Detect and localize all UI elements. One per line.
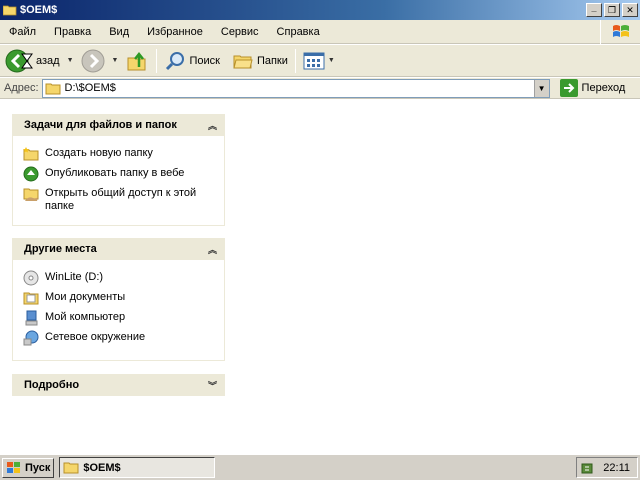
- other-places-group: Другие места ︽ WinLite (D:) Мои документ…: [12, 238, 225, 361]
- group-title: Задачи для файлов и папок: [24, 119, 177, 131]
- window-title: $OEM$: [20, 4, 58, 16]
- clock[interactable]: 22:11: [603, 462, 630, 474]
- views-dropdown-icon[interactable]: ▼: [328, 57, 335, 64]
- task-publish-web[interactable]: Опубликовать папку в вебе: [23, 166, 214, 182]
- menu-view[interactable]: Вид: [100, 20, 138, 44]
- task-label: Открыть общий доступ к этой папке: [45, 187, 197, 212]
- tray-network-icon[interactable]: [580, 461, 596, 476]
- system-tray: 22:11: [576, 457, 638, 478]
- folder-icon: [3, 5, 17, 15]
- folders-label: Папки: [256, 54, 288, 67]
- title-bar[interactable]: $OEM$ _ ❐ ✕: [0, 0, 640, 20]
- explorer-window: $OEM$ _ ❐ ✕ Файл Правка Вид Избранное Се…: [0, 0, 640, 454]
- close-button[interactable]: ✕: [622, 3, 638, 17]
- place-label: Мои документы: [45, 291, 126, 303]
- windows-logo-icon: [600, 20, 640, 44]
- hourglass-cursor-icon: [21, 53, 33, 68]
- go-arrow-icon: [559, 79, 578, 97]
- file-folder-tasks-group: Задачи для файлов и папок ︽ Создать нову…: [12, 114, 225, 226]
- address-value: D:\$OEM$: [64, 82, 116, 94]
- task-pane: Задачи для файлов и папок ︽ Создать нову…: [0, 100, 240, 454]
- search-button[interactable]: Поиск: [161, 47, 222, 75]
- menu-edit[interactable]: Правка: [45, 20, 100, 44]
- taskbar: Пуск $OEM$ 22:11: [0, 454, 640, 480]
- toolbar-separator: [156, 48, 158, 73]
- folder-icon: [45, 83, 61, 94]
- group-body: WinLite (D:) Мои документы Мой компьютер: [12, 260, 225, 361]
- taskbar-window-button[interactable]: $OEM$: [59, 457, 216, 478]
- collapse-chevron-icon[interactable]: ︽: [208, 243, 217, 256]
- go-label: Переход: [581, 82, 626, 94]
- new-folder-icon: [23, 147, 39, 161]
- minimize-button[interactable]: _: [586, 3, 602, 17]
- back-dropdown-icon[interactable]: ▼: [67, 57, 74, 64]
- back-label: азад: [36, 54, 60, 67]
- task-new-folder[interactable]: Создать новую папку: [23, 146, 214, 162]
- details-group: Подробно ︾: [12, 374, 225, 396]
- address-dropdown-icon[interactable]: ▼: [533, 79, 549, 97]
- menu-bar: Файл Правка Вид Избранное Сервис Справка: [0, 20, 640, 44]
- address-label: Адрес:: [4, 82, 39, 94]
- search-label: Поиск: [189, 54, 220, 67]
- address-bar: Адрес: D:\$OEM$ ▼ Переход: [0, 78, 640, 99]
- collapse-chevron-icon[interactable]: ︽: [208, 119, 217, 132]
- my-documents-icon: [23, 292, 39, 305]
- menu-tools[interactable]: Сервис: [212, 20, 268, 44]
- taskbar-window-label: $OEM$: [83, 461, 121, 474]
- maximize-button[interactable]: ❐: [604, 3, 620, 17]
- group-body: Создать новую папку Опубликовать папку в…: [12, 136, 225, 226]
- my-computer-icon: [25, 310, 38, 326]
- group-header[interactable]: Подробно ︾: [12, 374, 225, 396]
- menu-favorites[interactable]: Избранное: [138, 20, 212, 44]
- folder-up-icon: [127, 51, 146, 70]
- toolbar-separator: [294, 48, 296, 73]
- task-label: Опубликовать папку в вебе: [45, 167, 185, 179]
- start-label: Пуск: [25, 461, 51, 474]
- forward-button[interactable]: [78, 47, 108, 75]
- expand-chevron-icon[interactable]: ︾: [208, 379, 217, 392]
- toolbar: азад ▼ ▼ Поиск Папки ▼: [0, 45, 640, 77]
- start-button[interactable]: Пуск: [2, 457, 55, 478]
- views-icon: [303, 52, 325, 69]
- place-label: Мой компьютер: [45, 311, 126, 323]
- folders-button[interactable]: Папки: [229, 47, 291, 75]
- search-icon: [166, 51, 185, 70]
- share-folder-icon: [23, 188, 39, 201]
- place-label: Сетевое окружение: [45, 331, 146, 343]
- place-my-computer[interactable]: Мой компьютер: [23, 310, 214, 326]
- back-button[interactable]: азад: [2, 47, 63, 75]
- publish-web-icon: [23, 166, 39, 182]
- address-field[interactable]: D:\$OEM$ ▼: [41, 78, 550, 98]
- go-button[interactable]: Переход: [559, 79, 626, 97]
- place-my-documents[interactable]: Мои документы: [23, 290, 214, 306]
- place-label: WinLite (D:): [45, 271, 104, 283]
- drive-icon: [23, 270, 39, 286]
- folder-icon: [63, 462, 79, 474]
- forward-dropdown-icon[interactable]: ▼: [112, 57, 119, 64]
- group-header[interactable]: Задачи для файлов и папок ︽: [12, 114, 225, 136]
- up-button[interactable]: [122, 47, 152, 75]
- windows-logo-icon: [7, 461, 20, 473]
- menu-file[interactable]: Файл: [0, 20, 45, 44]
- folders-icon: [233, 55, 253, 68]
- group-title: Подробно: [24, 379, 80, 391]
- task-share-folder[interactable]: Открыть общий доступ к этой папке: [23, 186, 214, 213]
- task-label: Создать новую папку: [45, 147, 153, 159]
- menu-help[interactable]: Справка: [268, 20, 329, 44]
- network-icon: [23, 330, 39, 346]
- place-network[interactable]: Сетевое окружение: [23, 330, 214, 346]
- group-title: Другие места: [24, 243, 97, 255]
- place-drive[interactable]: WinLite (D:): [23, 270, 214, 286]
- group-header[interactable]: Другие места ︽: [12, 238, 225, 260]
- views-button[interactable]: [300, 47, 328, 75]
- forward-arrow-icon: [81, 49, 105, 72]
